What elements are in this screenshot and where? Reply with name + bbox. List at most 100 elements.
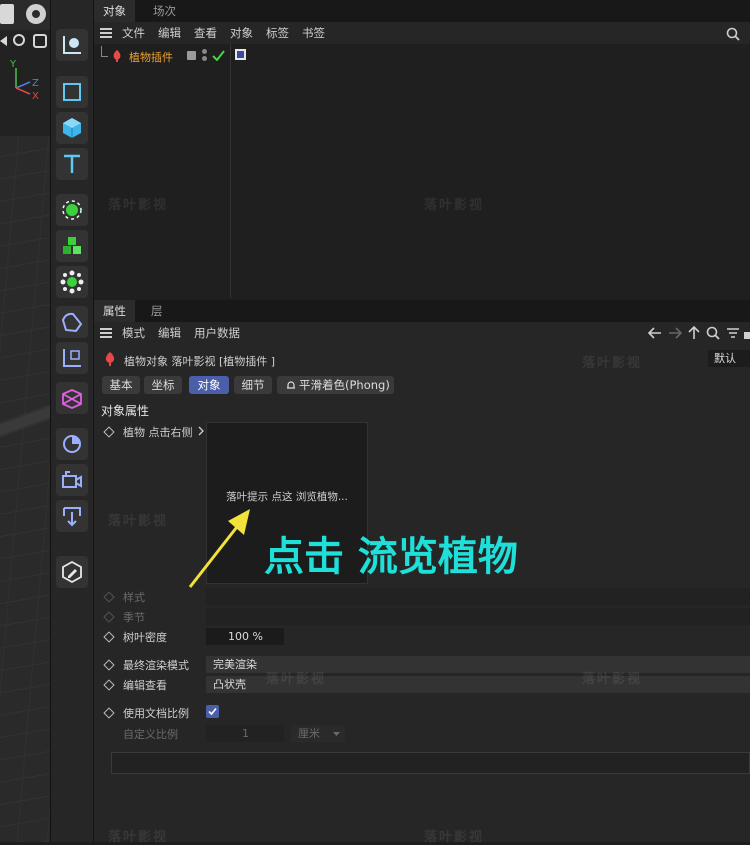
rectangle-tool[interactable] xyxy=(56,76,88,108)
custom-scale-input: 1 xyxy=(206,725,284,742)
unit-dropdown: 厘米 xyxy=(291,725,345,742)
search-icon[interactable] xyxy=(706,326,720,340)
keyframe-diamond-icon[interactable] xyxy=(103,679,115,691)
mograph-cubes-icon xyxy=(63,237,81,254)
chevron-down-icon xyxy=(333,732,340,736)
menu-object[interactable]: 对象 xyxy=(230,22,253,44)
tab-takes[interactable]: 场次 xyxy=(144,0,185,22)
style-field xyxy=(206,588,750,605)
null-object-icon xyxy=(63,36,81,54)
enabled-check-icon[interactable] xyxy=(212,50,225,61)
spline-tool[interactable] xyxy=(56,382,88,414)
render-to-viewer-tool[interactable] xyxy=(56,500,88,532)
cube-icon xyxy=(63,118,81,138)
effector-tool[interactable] xyxy=(56,266,88,298)
subtab-object[interactable]: 对象 xyxy=(189,376,229,394)
rectangle-icon xyxy=(63,83,81,101)
render-mode-dropdown[interactable]: 完美渲染 xyxy=(206,656,750,673)
keyframe-diamond-icon[interactable] xyxy=(103,631,115,643)
mode-dropdown[interactable]: 默认 xyxy=(708,350,750,367)
tab-attributes[interactable]: 属性 xyxy=(94,300,135,322)
keyframe-diamond-icon[interactable] xyxy=(103,426,115,438)
attribute-manager-tabbar: 属性 层 xyxy=(94,300,750,322)
menu-edit[interactable]: 编辑 xyxy=(158,322,181,344)
season-label: 季节 xyxy=(123,611,145,624)
subtab-detail[interactable]: 细节 xyxy=(234,376,272,394)
annotation-arrow xyxy=(188,509,250,588)
forward-arrow-icon[interactable] xyxy=(668,327,682,339)
chevron-right-icon[interactable] xyxy=(198,426,204,436)
menu-file[interactable]: 文件 xyxy=(122,22,145,44)
menu-user-data[interactable]: 用户数据 xyxy=(194,322,240,344)
move-icon[interactable] xyxy=(0,35,8,47)
tab-objects[interactable]: 对象 xyxy=(94,0,135,22)
viewport-toolbar xyxy=(0,0,50,30)
editor-view-label: 编辑查看 xyxy=(123,679,167,692)
menu-mode[interactable]: 模式 xyxy=(122,322,145,344)
text-tool[interactable] xyxy=(56,148,88,180)
subtab-phong[interactable]: 平滑着色(Phong) xyxy=(277,376,394,394)
rotate-icon[interactable] xyxy=(13,34,25,46)
object-title: 植物对象 落叶影视 [植物插件 ] xyxy=(124,355,276,368)
camera-icon xyxy=(62,471,82,488)
up-arrow-icon[interactable] xyxy=(688,326,700,340)
hamburger-menu-icon[interactable] xyxy=(100,328,112,338)
environment-tool[interactable] xyxy=(56,428,88,460)
menu-view[interactable]: 查看 xyxy=(194,22,217,44)
object-manager-menubar: 文件 编辑 查看 对象 标签 书签 xyxy=(94,22,750,44)
field-tool[interactable] xyxy=(56,342,88,374)
cloner-icon xyxy=(62,200,82,220)
style-label: 样式 xyxy=(123,591,145,604)
keyframe-diamond-icon[interactable] xyxy=(103,707,115,719)
camera-tool[interactable] xyxy=(56,464,88,496)
column-divider xyxy=(230,44,231,298)
render-mode-label: 最终渲染模式 xyxy=(123,659,189,672)
preview-hint-text: 落叶提示 点这 浏览植物... xyxy=(226,491,348,503)
cloner-tool[interactable] xyxy=(56,194,88,226)
menu-bookmarks[interactable]: 书签 xyxy=(302,22,325,44)
lock-icon[interactable] xyxy=(744,327,750,339)
menu-edit[interactable]: 编辑 xyxy=(158,22,181,44)
search-icon[interactable] xyxy=(726,27,740,41)
density-input[interactable]: 100 % xyxy=(206,628,284,645)
plant-object-icon xyxy=(105,352,115,366)
cube-tool[interactable] xyxy=(56,112,88,144)
plant-object-icon xyxy=(113,50,121,62)
phong-bell-icon xyxy=(287,381,295,389)
plant-label: 植物 点击右侧 xyxy=(123,426,193,439)
visibility-dots-icon[interactable] xyxy=(202,49,208,63)
viewport-render-icon[interactable] xyxy=(26,4,46,24)
bottom-input-bar[interactable] xyxy=(111,752,750,774)
layer-icon[interactable] xyxy=(187,51,196,60)
keyframe-diamond-icon xyxy=(103,611,115,623)
environment-icon xyxy=(63,435,81,453)
object-tree[interactable] xyxy=(94,44,750,298)
viewport-menu-icon[interactable] xyxy=(0,4,14,24)
doc-scale-label: 使用文档比例 xyxy=(123,707,189,720)
menu-tags[interactable]: 标签 xyxy=(266,22,289,44)
edit-tool[interactable] xyxy=(56,556,88,588)
editor-view-dropdown[interactable]: 凸状壳 xyxy=(206,676,750,693)
subtab-basic[interactable]: 基本 xyxy=(102,376,140,394)
axis-z-label: Z xyxy=(32,78,39,89)
tab-layers[interactable]: 层 xyxy=(142,300,172,322)
tag-icon[interactable] xyxy=(235,49,246,60)
field-axis-icon xyxy=(63,349,81,367)
object-row-plant[interactable]: 植物插件 xyxy=(94,46,750,66)
doc-scale-checkbox[interactable] xyxy=(206,705,219,718)
filter-icon[interactable] xyxy=(726,327,740,339)
null-object-tool[interactable] xyxy=(56,29,88,61)
hamburger-menu-icon[interactable] xyxy=(100,28,112,38)
keyframe-diamond-icon[interactable] xyxy=(103,659,115,671)
subtab-phong-label: 平滑着色(Phong) xyxy=(299,378,390,392)
deformer-tool[interactable] xyxy=(56,306,88,338)
viewport-nav-icons xyxy=(0,33,50,49)
density-label: 树叶密度 xyxy=(123,631,167,644)
text-icon xyxy=(64,154,80,173)
back-arrow-icon[interactable] xyxy=(648,327,662,339)
maximize-icon[interactable] xyxy=(33,34,47,48)
subtab-coords[interactable]: 坐标 xyxy=(144,376,182,394)
object-name[interactable]: 植物插件 xyxy=(129,49,173,65)
unit-value: 厘米 xyxy=(298,727,320,740)
mograph-tool[interactable] xyxy=(56,230,88,262)
